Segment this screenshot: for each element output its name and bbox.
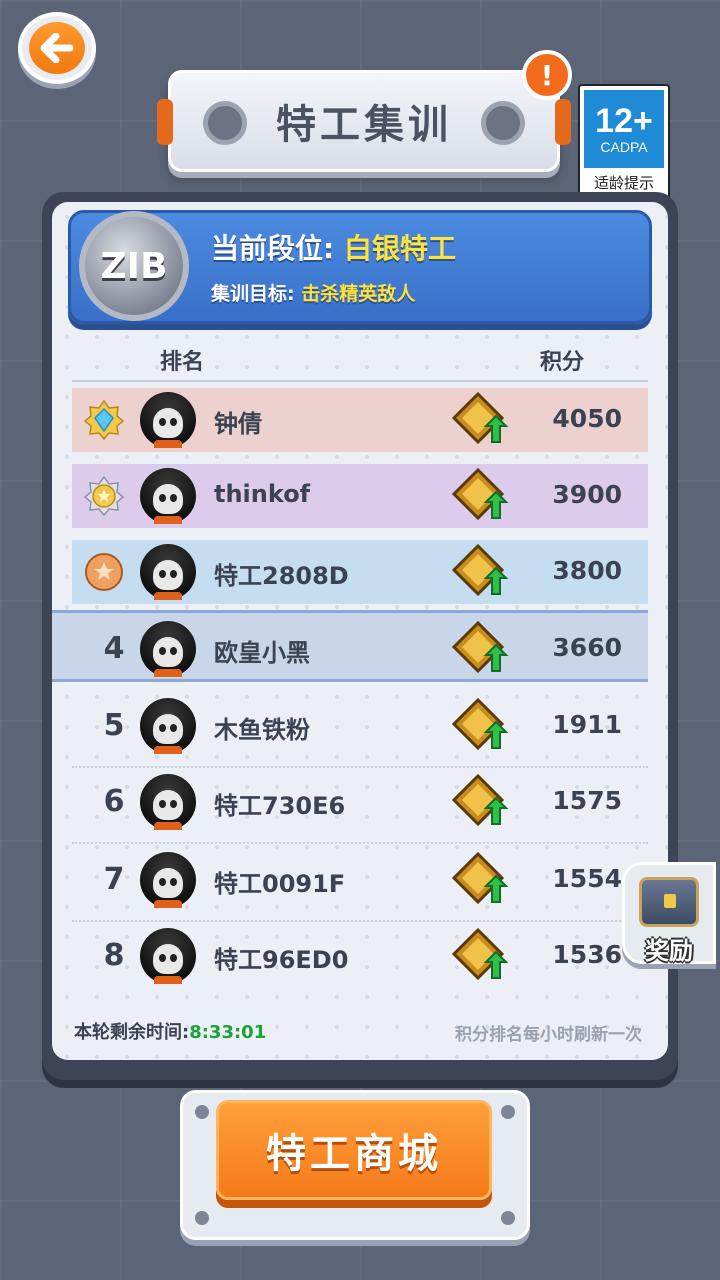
alert-icon[interactable]: ! <box>522 50 572 100</box>
player-score: 1575 <box>552 786 622 815</box>
avatar <box>140 468 196 524</box>
avatar <box>140 544 196 600</box>
table-row[interactable]: thinkof 3900 <box>72 464 648 528</box>
screw-icon <box>501 1211 515 1225</box>
table-row[interactable]: 钟倩 4050 <box>72 388 648 452</box>
player-score: 1911 <box>552 710 622 739</box>
age-rating-hint: 适龄提示 <box>593 174 654 192</box>
training-goal-value: 击杀精英敌人 <box>301 283 416 305</box>
player-score: 4050 <box>552 404 622 433</box>
rank-number: 4 <box>103 631 125 666</box>
treasure-chest-icon <box>639 877 699 927</box>
avatar <box>140 852 196 908</box>
back-arrow-icon <box>29 22 85 74</box>
round-timer: 本轮剩余时间:8:33:01 <box>74 1018 266 1044</box>
bolt-icon <box>203 101 247 145</box>
current-rank-line: 当前段位: 白银特工 <box>211 227 456 267</box>
back-button[interactable] <box>18 12 96 84</box>
rank-number: 8 <box>103 938 125 973</box>
table-row[interactable]: 5 木鱼铁粉 1911 <box>72 694 648 768</box>
page-title: 特工集训 <box>276 102 452 148</box>
player-score: 3900 <box>552 480 622 509</box>
screw-icon <box>195 1211 209 1225</box>
table-row[interactable]: 7 特工0091F 1554 <box>72 848 648 922</box>
leaderboard-panel: ZIB 当前段位: 白银特工 集训目标: 击杀精英敌人 排名 积分 钟倩 405… <box>42 192 678 1080</box>
training-goal-line: 集训目标: 击杀精英敌人 <box>211 279 415 306</box>
player-name: 特工2808D <box>214 562 349 590</box>
title-plate: 特工集训 <box>157 70 571 172</box>
player-score: 1554 <box>552 864 622 893</box>
refresh-note: 积分排名每小时刷新一次 <box>455 1025 642 1045</box>
avatar <box>140 698 196 754</box>
table-row[interactable]: 6 特工730E6 1575 <box>72 770 648 844</box>
avatar <box>140 392 196 448</box>
avatar <box>140 774 196 830</box>
age-rating-org: CADPA <box>600 139 648 155</box>
player-name: 钟倩 <box>214 410 262 438</box>
table-row[interactable]: 8 特工96ED0 1536 <box>72 924 648 988</box>
reward-label: 奖励 <box>645 937 693 965</box>
table-row[interactable]: 特工2808D 3800 <box>72 540 648 604</box>
avatar <box>140 621 196 677</box>
rank-number: 6 <box>103 784 125 819</box>
player-score: 3800 <box>552 556 622 585</box>
round-timer-value: 8:33:01 <box>189 1022 267 1043</box>
row-divider <box>72 920 648 922</box>
round-timer-label: 本轮剩余时间: <box>74 1022 190 1043</box>
header-divider <box>72 380 648 382</box>
player-name: 特工730E6 <box>214 792 346 820</box>
current-rank-card: ZIB 当前段位: 白银特工 集训目标: 击杀精英敌人 <box>68 210 652 324</box>
current-rank-value: 白银特工 <box>343 232 456 265</box>
player-name: 特工96ED0 <box>214 946 349 974</box>
column-header-score: 积分 <box>540 350 585 375</box>
screw-icon <box>195 1105 209 1119</box>
agent-shop-label: 特工商城 <box>266 1131 442 1177</box>
age-rating-box: 12+ CADPA <box>584 90 664 168</box>
player-name: thinkof <box>214 480 311 508</box>
age-rating-number: 12+ <box>595 102 653 140</box>
column-header-rank: 排名 <box>160 350 205 375</box>
avatar <box>140 928 196 984</box>
plate-tab-right <box>555 99 571 145</box>
plate-tab-left <box>157 99 173 145</box>
training-goal-label: 集训目标: <box>211 283 302 305</box>
bolt-icon <box>481 101 525 145</box>
current-rank-label: 当前段位: <box>211 232 344 265</box>
leaderboard-inner: ZIB 当前段位: 白银特工 集训目标: 击杀精英敌人 排名 积分 钟倩 405… <box>52 202 668 1060</box>
reward-button[interactable]: 奖励 <box>622 862 716 965</box>
age-rating-badge: 12+ CADPA 适龄提示 <box>578 84 670 202</box>
player-score: 3660 <box>552 633 622 662</box>
player-score: 1536 <box>552 940 622 969</box>
rank-number: 5 <box>103 708 125 743</box>
rank-emblem-icon: ZIB <box>79 211 189 321</box>
player-name: 木鱼铁粉 <box>214 716 310 744</box>
my-rank-row[interactable]: 4 欧皇小黑 3660 <box>52 610 648 682</box>
rank-number: 7 <box>103 862 125 897</box>
row-divider <box>72 842 648 844</box>
bronze-star-medal-icon <box>85 553 123 591</box>
row-divider <box>72 766 648 768</box>
agent-shop-button[interactable]: 特工商城 <box>216 1100 492 1200</box>
player-name: 欧皇小黑 <box>214 639 310 667</box>
player-name: 特工0091F <box>214 870 346 898</box>
gold-star-medal-icon <box>84 476 124 516</box>
screw-icon <box>501 1105 515 1119</box>
diamond-medal-icon <box>84 400 124 440</box>
